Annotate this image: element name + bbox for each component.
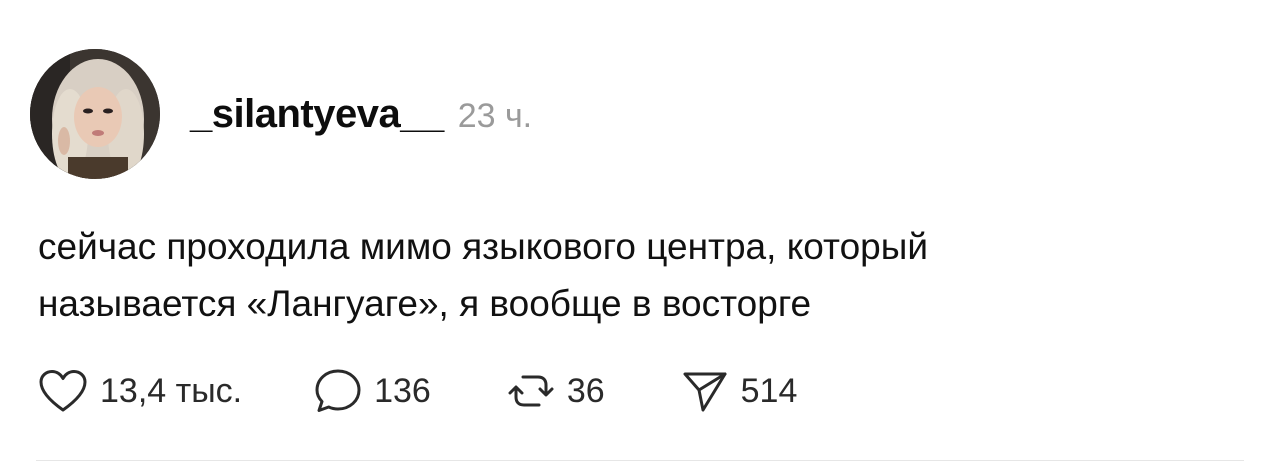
comment-icon <box>314 368 362 414</box>
repost-button[interactable]: 36 <box>507 368 605 414</box>
post-text-line: сейчас проходила мимо языкового центра, … <box>38 226 929 267</box>
post-text-line: называется «Лангуаге», я вообще в востор… <box>38 283 812 324</box>
post-text: сейчас проходила мимо языкового центра, … <box>38 218 1238 332</box>
reply-button[interactable]: 136 <box>314 368 431 414</box>
post-card: _silantyeva__ 23 ч. сейчас проходила мим… <box>0 0 1280 465</box>
reply-count: 136 <box>374 371 431 410</box>
send-icon <box>681 368 729 414</box>
divider <box>36 460 1244 461</box>
post-time: 23 ч. <box>457 97 533 135</box>
heart-icon <box>38 369 88 413</box>
like-button[interactable]: 13,4 тыс. <box>38 369 242 413</box>
action-bar: 13,4 тыс. 136 36 514 <box>38 366 797 416</box>
like-count: 13,4 тыс. <box>100 371 243 410</box>
repost-count: 36 <box>566 371 605 410</box>
post-header: _silantyeva__ 23 ч. <box>190 92 532 136</box>
share-button[interactable]: 514 <box>681 368 798 414</box>
avatar-image <box>30 49 160 179</box>
avatar[interactable] <box>30 49 160 179</box>
repost-icon <box>507 368 555 414</box>
username[interactable]: _silantyeva__ <box>190 92 444 137</box>
share-count: 514 <box>740 371 798 410</box>
